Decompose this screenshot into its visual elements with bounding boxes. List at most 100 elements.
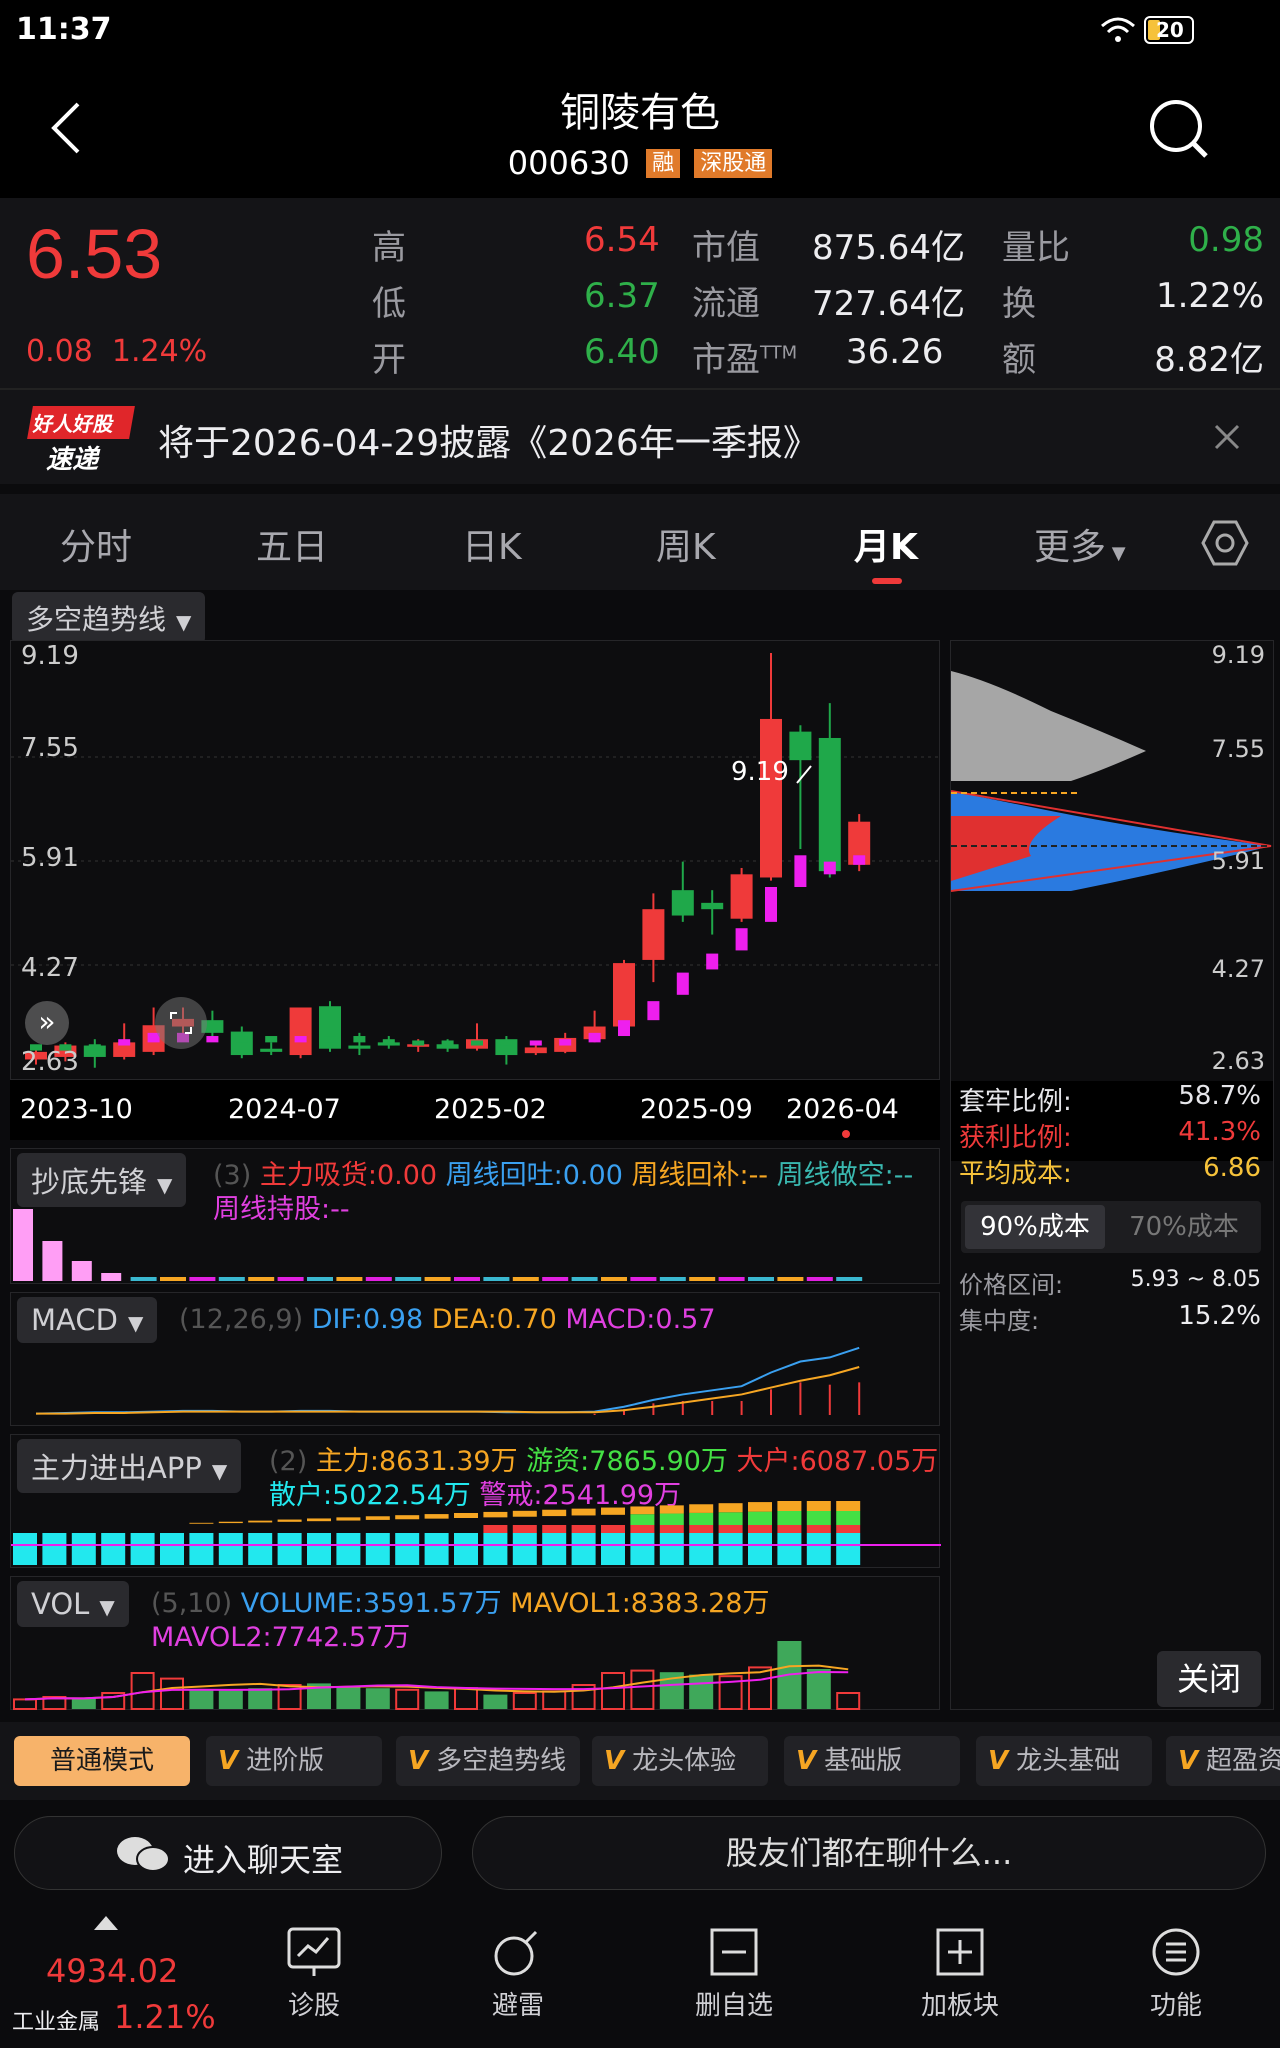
mode-trend[interactable]: V 多空趋势线 — [396, 1736, 580, 1786]
main-force-bar — [395, 1515, 420, 1520]
retail-bar — [13, 1533, 37, 1565]
max-pointer — [796, 765, 812, 784]
last-price: 6.53 — [26, 215, 163, 293]
avg-cost-label: 平均成本: — [959, 1159, 1072, 1189]
wifi-icon — [1101, 17, 1135, 42]
tab-daily[interactable]: 日K — [462, 518, 522, 570]
plus-box-icon — [936, 1928, 984, 1976]
battery-icon: 20 — [1144, 16, 1194, 44]
add-sector-button[interactable]: 加板块 — [900, 1926, 1020, 2022]
volume-bar — [806, 1669, 831, 1709]
trend-marker — [647, 1001, 660, 1021]
add-sector-label: 加板块 — [920, 1991, 999, 2021]
retail-bar — [101, 1533, 126, 1565]
kline-chart[interactable] — [11, 641, 941, 1081]
retail-bar — [42, 1533, 67, 1565]
remove-watchlist-label: 删自选 — [694, 1991, 773, 2021]
retail-bar — [395, 1533, 420, 1565]
functions-label: 功能 — [1149, 1991, 1202, 2021]
hot-money-bar — [630, 1514, 655, 1525]
volume-bar — [189, 1689, 214, 1709]
fisher-baseline — [277, 1277, 304, 1281]
tab-intraday[interactable]: 分时 — [60, 518, 132, 570]
trend-marker — [706, 953, 719, 970]
main-force-select[interactable]: 主力进出APP ▼ — [17, 1439, 242, 1493]
minus-box-icon — [710, 1928, 758, 1976]
avg-cost-value: 6.86 — [1203, 1153, 1261, 1183]
mode-super[interactable]: V 超盈资 — [1166, 1736, 1280, 1786]
mode-normal[interactable]: 普通模式 — [14, 1736, 190, 1786]
trend-marker — [794, 855, 807, 887]
functions-button[interactable]: 功能 — [1116, 1926, 1236, 2022]
tab-cost-70[interactable]: 70%成本 — [1111, 1205, 1257, 1249]
close-chip-button[interactable]: 关闭 — [1157, 1651, 1261, 1707]
chip-y-tick: 2.63 — [1211, 1047, 1265, 1075]
search-icon[interactable] — [1148, 98, 1210, 160]
main-force-values: (2) 主力:8631.39万 游资:7865.90万 大户:6087.05万 … — [269, 1446, 939, 1511]
range-value: 5.93 ~ 8.05 — [1130, 1267, 1261, 1292]
mode-basic[interactable]: V 基础版 — [784, 1736, 960, 1786]
mode-leader-trial[interactable]: V 龙头体验 — [592, 1736, 768, 1786]
tab-five-day[interactable]: 五日 — [256, 518, 328, 570]
fisher-baseline — [542, 1277, 569, 1281]
notice-text: 将于2026-04-29披露《2026年一季报》 — [158, 423, 819, 464]
chat-room-button[interactable]: 进入聊天室 — [14, 1816, 442, 1890]
retail-bar — [512, 1533, 537, 1565]
settings-icon[interactable] — [1200, 518, 1250, 568]
cost-tabs: 90%成本 70%成本 — [961, 1201, 1261, 1253]
chat-icon — [117, 1837, 170, 1872]
volume-bar — [336, 1686, 361, 1709]
chip-distribution-panel: 9.19 7.55 5.91 4.27 2.63 套牢比例: 58.7% 获利比… — [950, 640, 1274, 1710]
mode-advanced[interactable]: V 进阶版 — [206, 1736, 382, 1786]
sector-index-value[interactable]: 4934.02 — [46, 1952, 178, 1990]
big-holder-bar — [659, 1525, 684, 1533]
notice-bar[interactable]: 好人好股 速递 将于2026-04-29披露《2026年一季报》 — [0, 388, 1280, 484]
diagnose-button[interactable]: 诊股 — [254, 1926, 374, 2022]
expand-left-icon[interactable]: » — [25, 1001, 69, 1045]
retail-bar — [659, 1533, 684, 1565]
tab-cost-90[interactable]: 90%成本 — [965, 1205, 1105, 1249]
tab-weekly[interactable]: 周K — [656, 518, 716, 570]
avoid-risk-button[interactable]: 避雷 — [458, 1926, 578, 2022]
volume-bar — [248, 1688, 273, 1709]
candle-body — [613, 963, 635, 1027]
tab-monthly[interactable]: 月K — [854, 518, 918, 570]
volume-bar — [71, 1698, 96, 1709]
trend-marker — [382, 1039, 395, 1046]
tab-more[interactable]: 更多 ▼ — [1034, 518, 1126, 570]
retail-bar — [336, 1533, 361, 1565]
fullscreen-icon[interactable] — [155, 997, 207, 1049]
big-holder-bar — [571, 1525, 596, 1533]
y-tick: 9.19 — [21, 641, 79, 671]
avoid-risk-label: 避雷 — [491, 1991, 544, 2021]
remove-watchlist-button[interactable]: 删自选 — [674, 1926, 794, 2022]
chat-topic-button[interactable]: 股友们都在聊什么... — [472, 1816, 1266, 1890]
candle-body — [789, 731, 812, 761]
dea-line — [36, 1366, 860, 1415]
candle-body — [642, 909, 665, 960]
candle-body — [760, 718, 782, 878]
retail-bar — [248, 1533, 273, 1565]
retail-bar — [630, 1533, 655, 1565]
chip-y-tick: 5.91 — [1211, 847, 1265, 875]
retail-bar — [454, 1533, 478, 1565]
candle-body — [671, 890, 694, 916]
float-value: 727.64亿 — [812, 284, 965, 324]
fisher-bar — [42, 1241, 63, 1281]
footer-bar: 4934.02 工业金属 1.21% — [0, 1906, 1280, 2048]
volume-select[interactable]: VOL ▼ — [17, 1581, 129, 1627]
main-force-bar — [218, 1521, 243, 1524]
y-tick: 2.63 — [21, 1047, 79, 1077]
indicator-select[interactable]: 多空趋势线 ▼ — [12, 592, 206, 644]
chip-y-tick: 7.55 — [1211, 735, 1265, 763]
retail-bar — [601, 1533, 625, 1565]
macd-select[interactable]: MACD ▼ — [17, 1297, 158, 1343]
close-icon[interactable] — [1214, 424, 1240, 450]
indicator1-select[interactable]: 抄底先锋 ▼ — [17, 1153, 187, 1207]
mode-leader-basic[interactable]: V 龙头基础 — [976, 1736, 1152, 1786]
main-force-panel: 主力进出APP ▼ (2) 主力:8631.39万 游资:7865.90万 大户:… — [10, 1434, 941, 1568]
period-tabs: 分时 五日 日K 周K 月K 更多 ▼ — [0, 494, 1280, 590]
fisher-baseline — [601, 1277, 627, 1281]
y-tick: 5.91 — [21, 843, 79, 873]
big-holder-bar — [806, 1525, 831, 1533]
